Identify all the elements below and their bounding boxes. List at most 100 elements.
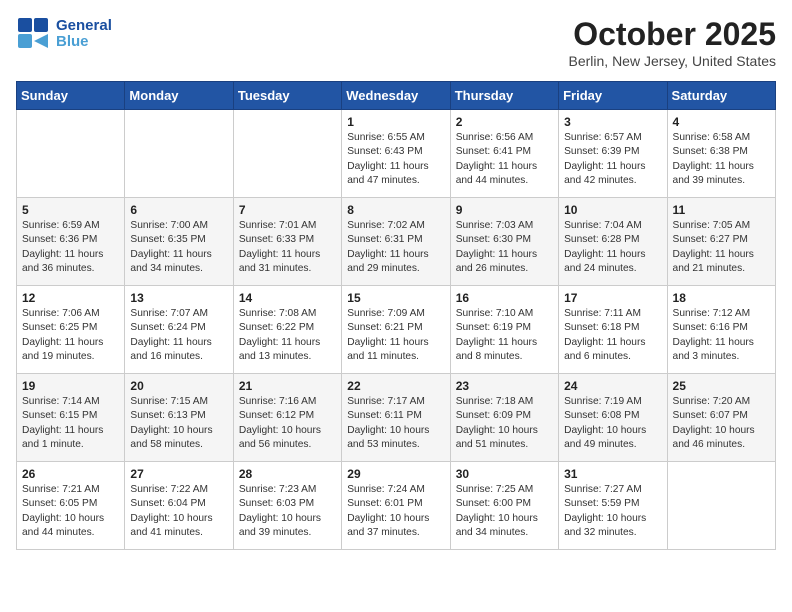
cell-detail: Sunrise: 7:06 AM Sunset: 6:25 PM Dayligh…	[22, 307, 119, 364]
calendar-cell	[17, 110, 125, 198]
calendar-cell: 8 Sunrise: 7:02 AM Sunset: 6:31 PM Daylig…	[342, 198, 450, 286]
day-number: 15	[347, 291, 444, 305]
cell-detail: Sunrise: 6:59 AM Sunset: 6:36 PM Dayligh…	[22, 219, 119, 276]
weekday-header-thursday: Thursday	[450, 82, 558, 110]
calendar-cell: 23 Sunrise: 7:18 AM Sunset: 6:09 PM Dayli…	[450, 374, 558, 462]
logo-icon	[16, 16, 52, 52]
cell-detail: Sunrise: 7:04 AM Sunset: 6:28 PM Dayligh…	[564, 219, 661, 276]
calendar-cell: 1 Sunrise: 6:55 AM Sunset: 6:43 PM Daylig…	[342, 110, 450, 198]
cell-detail: Sunrise: 7:19 AM Sunset: 6:08 PM Dayligh…	[564, 395, 661, 452]
calendar-week-row: 12 Sunrise: 7:06 AM Sunset: 6:25 PM Dayli…	[17, 286, 776, 374]
cell-detail: Sunrise: 7:17 AM Sunset: 6:11 PM Dayligh…	[347, 395, 444, 452]
day-number: 14	[239, 291, 336, 305]
cell-detail: Sunrise: 6:56 AM Sunset: 6:41 PM Dayligh…	[456, 131, 553, 188]
day-number: 1	[347, 115, 444, 129]
weekday-header-wednesday: Wednesday	[342, 82, 450, 110]
calendar-cell: 13 Sunrise: 7:07 AM Sunset: 6:24 PM Dayli…	[125, 286, 233, 374]
day-number: 8	[347, 203, 444, 217]
cell-detail: Sunrise: 6:55 AM Sunset: 6:43 PM Dayligh…	[347, 131, 444, 188]
day-number: 26	[22, 467, 119, 481]
title-area: October 2025 Berlin, New Jersey, United …	[569, 16, 777, 69]
cell-detail: Sunrise: 7:24 AM Sunset: 6:01 PM Dayligh…	[347, 483, 444, 540]
calendar-cell: 17 Sunrise: 7:11 AM Sunset: 6:18 PM Dayli…	[559, 286, 667, 374]
calendar-subtitle: Berlin, New Jersey, United States	[569, 53, 777, 69]
weekday-header-monday: Monday	[125, 82, 233, 110]
cell-detail: Sunrise: 7:23 AM Sunset: 6:03 PM Dayligh…	[239, 483, 336, 540]
calendar-cell: 25Sunrise: 7:20 AM Sunset: 6:07 PM Dayli…	[667, 374, 775, 462]
calendar-cell: 30 Sunrise: 7:25 AM Sunset: 6:00 PM Dayli…	[450, 462, 558, 550]
cell-detail: Sunrise: 7:11 AM Sunset: 6:18 PM Dayligh…	[564, 307, 661, 364]
cell-detail: Sunrise: 7:22 AM Sunset: 6:04 PM Dayligh…	[130, 483, 227, 540]
calendar-week-row: 19 Sunrise: 7:14 AM Sunset: 6:15 PM Dayli…	[17, 374, 776, 462]
day-number: 27	[130, 467, 227, 481]
cell-detail: Sunrise: 7:27 AM Sunset: 5:59 PM Dayligh…	[564, 483, 661, 540]
cell-detail: Sunrise: 7:18 AM Sunset: 6:09 PM Dayligh…	[456, 395, 553, 452]
day-number: 31	[564, 467, 661, 481]
day-number: 23	[456, 379, 553, 393]
day-number: 10	[564, 203, 661, 217]
weekday-header-saturday: Saturday	[667, 82, 775, 110]
logo-line2: Blue	[56, 34, 112, 51]
day-number: 16	[456, 291, 553, 305]
day-number: 22	[347, 379, 444, 393]
calendar-cell: 24Sunrise: 7:19 AM Sunset: 6:08 PM Dayli…	[559, 374, 667, 462]
calendar-cell: 2 Sunrise: 6:56 AM Sunset: 6:41 PM Daylig…	[450, 110, 558, 198]
day-number: 19	[22, 379, 119, 393]
calendar-cell: 16 Sunrise: 7:10 AM Sunset: 6:19 PM Dayli…	[450, 286, 558, 374]
calendar-cell: 27 Sunrise: 7:22 AM Sunset: 6:04 PM Dayli…	[125, 462, 233, 550]
calendar-cell: 15 Sunrise: 7:09 AM Sunset: 6:21 PM Dayli…	[342, 286, 450, 374]
calendar-cell: 26 Sunrise: 7:21 AM Sunset: 6:05 PM Dayli…	[17, 462, 125, 550]
calendar-cell	[233, 110, 341, 198]
day-number: 28	[239, 467, 336, 481]
day-number: 30	[456, 467, 553, 481]
calendar-cell: 29Sunrise: 7:24 AM Sunset: 6:01 PM Dayli…	[342, 462, 450, 550]
calendar-cell: 3Sunrise: 6:57 AM Sunset: 6:39 PM Daylig…	[559, 110, 667, 198]
day-number: 2	[456, 115, 553, 129]
calendar-cell: 12 Sunrise: 7:06 AM Sunset: 6:25 PM Dayli…	[17, 286, 125, 374]
day-number: 13	[130, 291, 227, 305]
cell-detail: Sunrise: 7:03 AM Sunset: 6:30 PM Dayligh…	[456, 219, 553, 276]
day-number: 17	[564, 291, 661, 305]
calendar-title: October 2025	[569, 16, 777, 53]
cell-detail: Sunrise: 7:01 AM Sunset: 6:33 PM Dayligh…	[239, 219, 336, 276]
day-number: 9	[456, 203, 553, 217]
logo-line1: General	[56, 18, 112, 35]
cell-detail: Sunrise: 7:15 AM Sunset: 6:13 PM Dayligh…	[130, 395, 227, 452]
cell-detail: Sunrise: 6:58 AM Sunset: 6:38 PM Dayligh…	[673, 131, 770, 188]
weekday-header-friday: Friday	[559, 82, 667, 110]
cell-detail: Sunrise: 7:05 AM Sunset: 6:27 PM Dayligh…	[673, 219, 770, 276]
cell-detail: Sunrise: 7:21 AM Sunset: 6:05 PM Dayligh…	[22, 483, 119, 540]
calendar-table: SundayMondayTuesdayWednesdayThursdayFrid…	[16, 81, 776, 550]
day-number: 18	[673, 291, 770, 305]
calendar-week-row: 5 Sunrise: 6:59 AM Sunset: 6:36 PM Daylig…	[17, 198, 776, 286]
day-number: 5	[22, 203, 119, 217]
calendar-cell: 5 Sunrise: 6:59 AM Sunset: 6:36 PM Daylig…	[17, 198, 125, 286]
day-number: 12	[22, 291, 119, 305]
day-number: 6	[130, 203, 227, 217]
calendar-cell: 22 Sunrise: 7:17 AM Sunset: 6:11 PM Dayli…	[342, 374, 450, 462]
calendar-cell: 14Sunrise: 7:08 AM Sunset: 6:22 PM Dayli…	[233, 286, 341, 374]
cell-detail: Sunrise: 7:02 AM Sunset: 6:31 PM Dayligh…	[347, 219, 444, 276]
weekday-header-tuesday: Tuesday	[233, 82, 341, 110]
cell-detail: Sunrise: 7:14 AM Sunset: 6:15 PM Dayligh…	[22, 395, 119, 452]
cell-detail: Sunrise: 7:07 AM Sunset: 6:24 PM Dayligh…	[130, 307, 227, 364]
day-number: 4	[673, 115, 770, 129]
calendar-cell: 7 Sunrise: 7:01 AM Sunset: 6:33 PM Daylig…	[233, 198, 341, 286]
day-number: 7	[239, 203, 336, 217]
cell-detail: Sunrise: 7:25 AM Sunset: 6:00 PM Dayligh…	[456, 483, 553, 540]
day-number: 21	[239, 379, 336, 393]
logo: General Blue	[16, 16, 112, 52]
calendar-cell: 31 Sunrise: 7:27 AM Sunset: 5:59 PM Dayli…	[559, 462, 667, 550]
cell-detail: Sunrise: 7:09 AM Sunset: 6:21 PM Dayligh…	[347, 307, 444, 364]
calendar-cell: 18 Sunrise: 7:12 AM Sunset: 6:16 PM Dayli…	[667, 286, 775, 374]
calendar-cell: 10 Sunrise: 7:04 AM Sunset: 6:28 PM Dayli…	[559, 198, 667, 286]
day-number: 11	[673, 203, 770, 217]
cell-detail: Sunrise: 7:12 AM Sunset: 6:16 PM Dayligh…	[673, 307, 770, 364]
calendar-cell: 11 Sunrise: 7:05 AM Sunset: 6:27 PM Dayli…	[667, 198, 775, 286]
calendar-cell: 9 Sunrise: 7:03 AM Sunset: 6:30 PM Daylig…	[450, 198, 558, 286]
calendar-cell: 20Sunrise: 7:15 AM Sunset: 6:13 PM Dayli…	[125, 374, 233, 462]
calendar-cell	[125, 110, 233, 198]
calendar-header: General Blue October 2025 Berlin, New Je…	[16, 16, 776, 69]
cell-detail: Sunrise: 7:10 AM Sunset: 6:19 PM Dayligh…	[456, 307, 553, 364]
calendar-week-row: 26 Sunrise: 7:21 AM Sunset: 6:05 PM Dayli…	[17, 462, 776, 550]
